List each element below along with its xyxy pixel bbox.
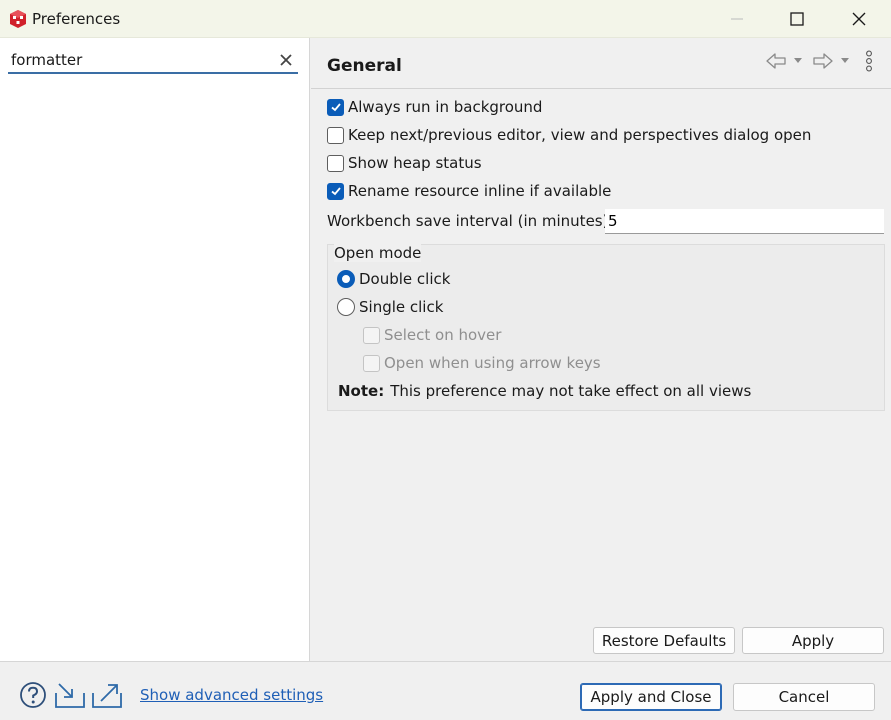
note-text: This preference may not take effect on a… <box>390 382 752 400</box>
open-mode-group: Open mode Double click Single click Sele… <box>327 244 885 411</box>
radio-label: Double click <box>359 270 451 288</box>
checkbox-select-on-hover: Select on hover <box>363 324 501 346</box>
radio-double-click[interactable]: Double click <box>337 268 450 290</box>
title-bar: Preferences <box>0 0 891 38</box>
checkbox-checked-icon[interactable] <box>327 182 344 200</box>
checkbox-disabled-icon <box>363 326 380 344</box>
filter-box <box>8 48 298 74</box>
checkbox-label: Open when using arrow keys <box>384 354 601 372</box>
preference-page: General Always run in background Keep ne… <box>311 38 891 661</box>
checkbox-label: Show heap status <box>348 154 482 172</box>
page-title: General <box>327 56 402 76</box>
title-separator <box>311 88 891 89</box>
restore-defaults-button[interactable]: Restore Defaults <box>593 627 735 654</box>
radio-selected-icon[interactable] <box>337 270 355 288</box>
radio-label: Single click <box>359 298 444 316</box>
minimize-icon <box>731 18 743 20</box>
close-window-button[interactable] <box>836 0 882 38</box>
apply-and-close-button[interactable]: Apply and Close <box>580 683 722 711</box>
checkbox-show-heap-status[interactable]: Show heap status <box>327 152 482 174</box>
close-icon <box>852 12 866 26</box>
export-icon[interactable] <box>91 681 123 709</box>
checkbox-always-run-in-background[interactable]: Always run in background <box>327 96 542 118</box>
back-dropdown-chevron-icon[interactable] <box>793 56 803 66</box>
kebab-menu-icon[interactable] <box>863 50 875 72</box>
checkbox-open-with-arrow-keys: Open when using arrow keys <box>363 352 601 374</box>
checkbox-checked-icon[interactable] <box>327 98 344 116</box>
open-mode-group-title: Open mode <box>334 244 422 262</box>
show-advanced-settings-link[interactable]: Show advanced settings <box>140 686 323 704</box>
checkbox-disabled-icon <box>363 354 380 372</box>
apply-button[interactable]: Apply <box>742 627 884 654</box>
save-interval-label: Workbench save interval (in minutes): <box>327 212 614 230</box>
dialog-footer: Show advanced settings Apply and Close C… <box>0 661 891 720</box>
filter-input[interactable] <box>8 48 270 72</box>
clear-filter-icon[interactable] <box>278 52 294 68</box>
radio-single-click[interactable]: Single click <box>337 296 443 318</box>
minimize-button[interactable] <box>714 0 760 38</box>
forward-arrow-icon[interactable] <box>812 50 834 72</box>
checkbox-label: Rename resource inline if available <box>348 182 612 200</box>
checkbox-label: Keep next/previous editor, view and pers… <box>348 126 812 144</box>
forward-dropdown-chevron-icon[interactable] <box>840 56 850 66</box>
maximize-button[interactable] <box>774 0 820 38</box>
save-interval-input[interactable] <box>605 209 884 234</box>
radio-unselected-icon[interactable] <box>337 298 355 316</box>
checkbox-label: Select on hover <box>384 326 502 344</box>
note-label: Note: <box>338 382 385 400</box>
checkbox-label: Always run in background <box>348 98 543 116</box>
checkbox-keep-dialog-open[interactable]: Keep next/previous editor, view and pers… <box>327 124 811 146</box>
checkbox-rename-resource-inline[interactable]: Rename resource inline if available <box>327 180 611 202</box>
help-icon[interactable] <box>19 681 47 709</box>
window-title: Preferences <box>32 10 121 28</box>
checkbox-unchecked-icon[interactable] <box>327 154 344 172</box>
open-mode-note: Note: This preference may not take effect… <box>338 382 751 400</box>
preference-tree-panel <box>0 38 310 661</box>
cancel-button[interactable]: Cancel <box>733 683 875 711</box>
maximize-icon <box>790 12 804 26</box>
back-arrow-icon[interactable] <box>765 50 787 72</box>
import-icon[interactable] <box>54 681 86 709</box>
preferences-app-icon <box>10 10 26 28</box>
checkbox-unchecked-icon[interactable] <box>327 126 344 144</box>
